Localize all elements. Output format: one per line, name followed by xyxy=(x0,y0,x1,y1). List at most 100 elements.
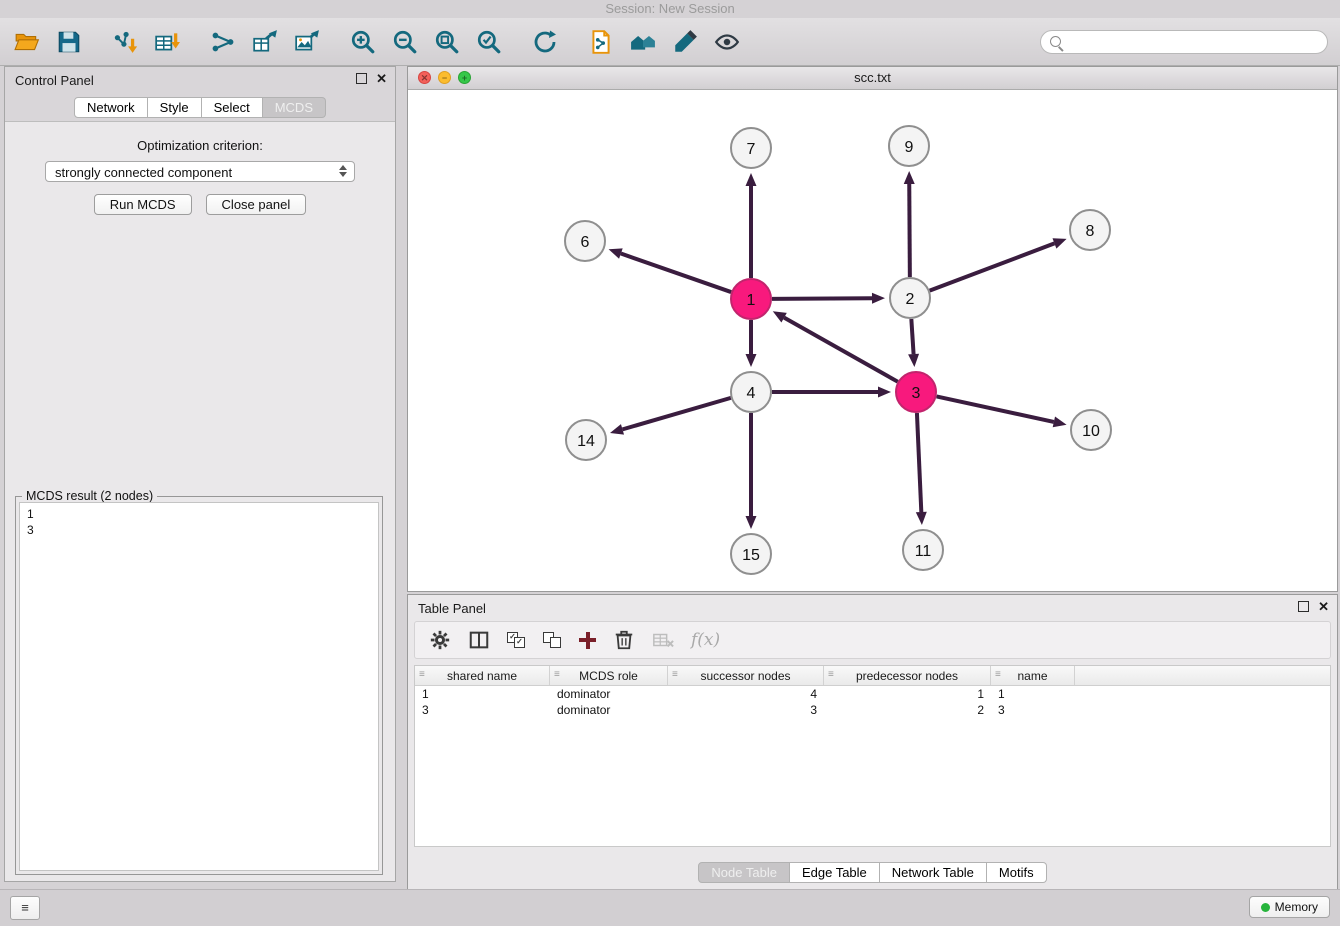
refresh-icon[interactable] xyxy=(530,27,560,57)
search-input[interactable] xyxy=(1067,33,1318,50)
network-window-titlebar: ✕ − + scc.txt xyxy=(408,67,1337,90)
run-mcds-button[interactable]: Run MCDS xyxy=(94,194,192,215)
node-label-7: 7 xyxy=(747,141,756,158)
table-cell[interactable]: 3 xyxy=(668,702,824,718)
table-body: 1dominator4113dominator323 xyxy=(415,686,1330,718)
edge-arrow-2-9 xyxy=(904,171,915,184)
edge-3-1[interactable] xyxy=(784,318,898,382)
table-cell[interactable]: 1 xyxy=(991,686,1075,702)
open-file-icon[interactable] xyxy=(12,27,42,57)
maximize-window-icon[interactable]: + xyxy=(458,71,471,84)
mcds-result-line: 3 xyxy=(27,522,371,538)
table-row[interactable]: 1dominator411 xyxy=(415,686,1330,702)
split-panel-icon[interactable] xyxy=(468,627,490,653)
edge-3-10[interactable] xyxy=(937,396,1054,421)
node-label-4: 4 xyxy=(747,385,756,402)
memory-label: Memory xyxy=(1275,897,1318,917)
table-toolbar: ✓✓ f(x) xyxy=(414,621,1331,659)
column-header-successor-nodes[interactable]: ≡successor nodes xyxy=(668,666,824,685)
column-type-icon: ≡ xyxy=(554,669,560,681)
zoom-fit-icon[interactable] xyxy=(432,27,462,57)
node-label-6: 6 xyxy=(581,234,590,251)
dropdown-arrows-icon xyxy=(339,165,347,177)
select-all-icon[interactable]: ✓✓ xyxy=(507,632,526,649)
close-control-panel-icon[interactable]: ✕ xyxy=(376,72,387,85)
save-session-icon[interactable] xyxy=(54,27,84,57)
table-cell[interactable]: dominator xyxy=(550,686,668,702)
edge-4-14[interactable] xyxy=(622,398,730,430)
tab-select[interactable]: Select xyxy=(202,97,263,118)
zoom-in-icon[interactable] xyxy=(348,27,378,57)
zoom-out-icon[interactable] xyxy=(390,27,420,57)
close-table-panel-icon[interactable]: ✕ xyxy=(1318,600,1329,613)
edge-arrow-1-2 xyxy=(872,293,885,304)
network-tools-icon[interactable] xyxy=(208,27,238,57)
memory-button[interactable]: Memory xyxy=(1249,896,1330,918)
table-row[interactable]: 3dominator323 xyxy=(415,702,1330,718)
import-table-icon[interactable] xyxy=(152,27,182,57)
tab-motifs[interactable]: Motifs xyxy=(987,862,1047,883)
edge-arrow-2-8 xyxy=(1053,238,1067,248)
add-column-icon[interactable] xyxy=(579,627,596,653)
column-header-mcds-role[interactable]: ≡ MCDS role xyxy=(550,666,668,685)
node-label-14: 14 xyxy=(577,433,595,450)
copy-network-icon[interactable] xyxy=(586,27,616,57)
edge-arrow-3-10 xyxy=(1053,417,1067,428)
table-cell[interactable]: 1 xyxy=(824,686,991,702)
float-panel-icon[interactable] xyxy=(356,73,367,84)
edge-2-8[interactable] xyxy=(930,243,1055,290)
home-icon[interactable] xyxy=(628,27,658,57)
tab-edge-table[interactable]: Edge Table xyxy=(790,862,880,883)
delete-table-icon[interactable] xyxy=(652,627,674,653)
table-cell[interactable]: 3 xyxy=(991,702,1075,718)
edge-3-11[interactable] xyxy=(917,413,921,512)
zoom-selected-icon[interactable] xyxy=(474,27,504,57)
delete-column-icon[interactable] xyxy=(613,627,635,653)
column-type-icon: ≡ xyxy=(828,669,834,681)
function-builder-icon[interactable]: f(x) xyxy=(691,627,720,653)
table-panel-title: Table Panel xyxy=(418,601,486,616)
tab-mcds[interactable]: MCDS xyxy=(263,97,326,118)
edge-1-2[interactable] xyxy=(772,298,872,299)
control-panel: Control Panel ✕ NetworkStyleSelectMCDS O… xyxy=(4,66,396,882)
table-panel: Table Panel ✕ ✓✓ xyxy=(407,594,1338,890)
edge-1-6[interactable] xyxy=(621,254,731,293)
table-cell[interactable]: 2 xyxy=(824,702,991,718)
export-table-icon[interactable] xyxy=(250,27,280,57)
task-history-button[interactable]: ≡ xyxy=(10,896,40,920)
export-image-icon[interactable] xyxy=(292,27,322,57)
mcds-result-group: MCDS result (2 nodes) 13 xyxy=(15,496,383,875)
tab-node-table[interactable]: Node Table xyxy=(698,862,790,883)
tab-style[interactable]: Style xyxy=(148,97,202,118)
column-header-label: MCDS role xyxy=(579,669,638,683)
minimize-window-icon[interactable]: − xyxy=(438,71,451,84)
node-label-9: 9 xyxy=(905,139,914,156)
table-cell[interactable]: 1 xyxy=(415,686,550,702)
eye-icon[interactable] xyxy=(712,27,742,57)
close-panel-button[interactable]: Close panel xyxy=(206,194,307,215)
column-header-shared-name[interactable]: ≡shared name xyxy=(415,666,550,685)
window-title: Session: New Session xyxy=(605,1,734,16)
criterion-dropdown[interactable]: strongly connected component xyxy=(45,161,355,182)
tab-network[interactable]: Network xyxy=(74,97,148,118)
node-label-1: 1 xyxy=(747,292,756,309)
mcds-result-list: 13 xyxy=(19,502,379,871)
column-header-name[interactable]: ≡name xyxy=(991,666,1075,685)
table-cell[interactable]: 3 xyxy=(415,702,550,718)
tab-network-table[interactable]: Network Table xyxy=(880,862,987,883)
table-cell[interactable]: 4 xyxy=(668,686,824,702)
column-header-label: name xyxy=(1017,669,1047,683)
float-table-panel-icon[interactable] xyxy=(1298,601,1309,612)
edge-2-3[interactable] xyxy=(911,319,913,354)
search-icon xyxy=(1050,36,1061,47)
network-canvas[interactable]: 7968124314101511 xyxy=(408,90,1335,591)
deselect-all-icon[interactable] xyxy=(543,632,562,649)
column-header-predecessor-nodes[interactable]: ≡predecessor nodes xyxy=(824,666,991,685)
edge-2-9[interactable] xyxy=(909,184,910,277)
settings-gear-icon[interactable] xyxy=(429,627,451,653)
close-window-icon[interactable]: ✕ xyxy=(418,71,431,84)
import-network-icon[interactable] xyxy=(110,27,140,57)
node-label-8: 8 xyxy=(1086,223,1095,240)
table-cell[interactable]: dominator xyxy=(550,702,668,718)
style-icon[interactable] xyxy=(670,27,700,57)
